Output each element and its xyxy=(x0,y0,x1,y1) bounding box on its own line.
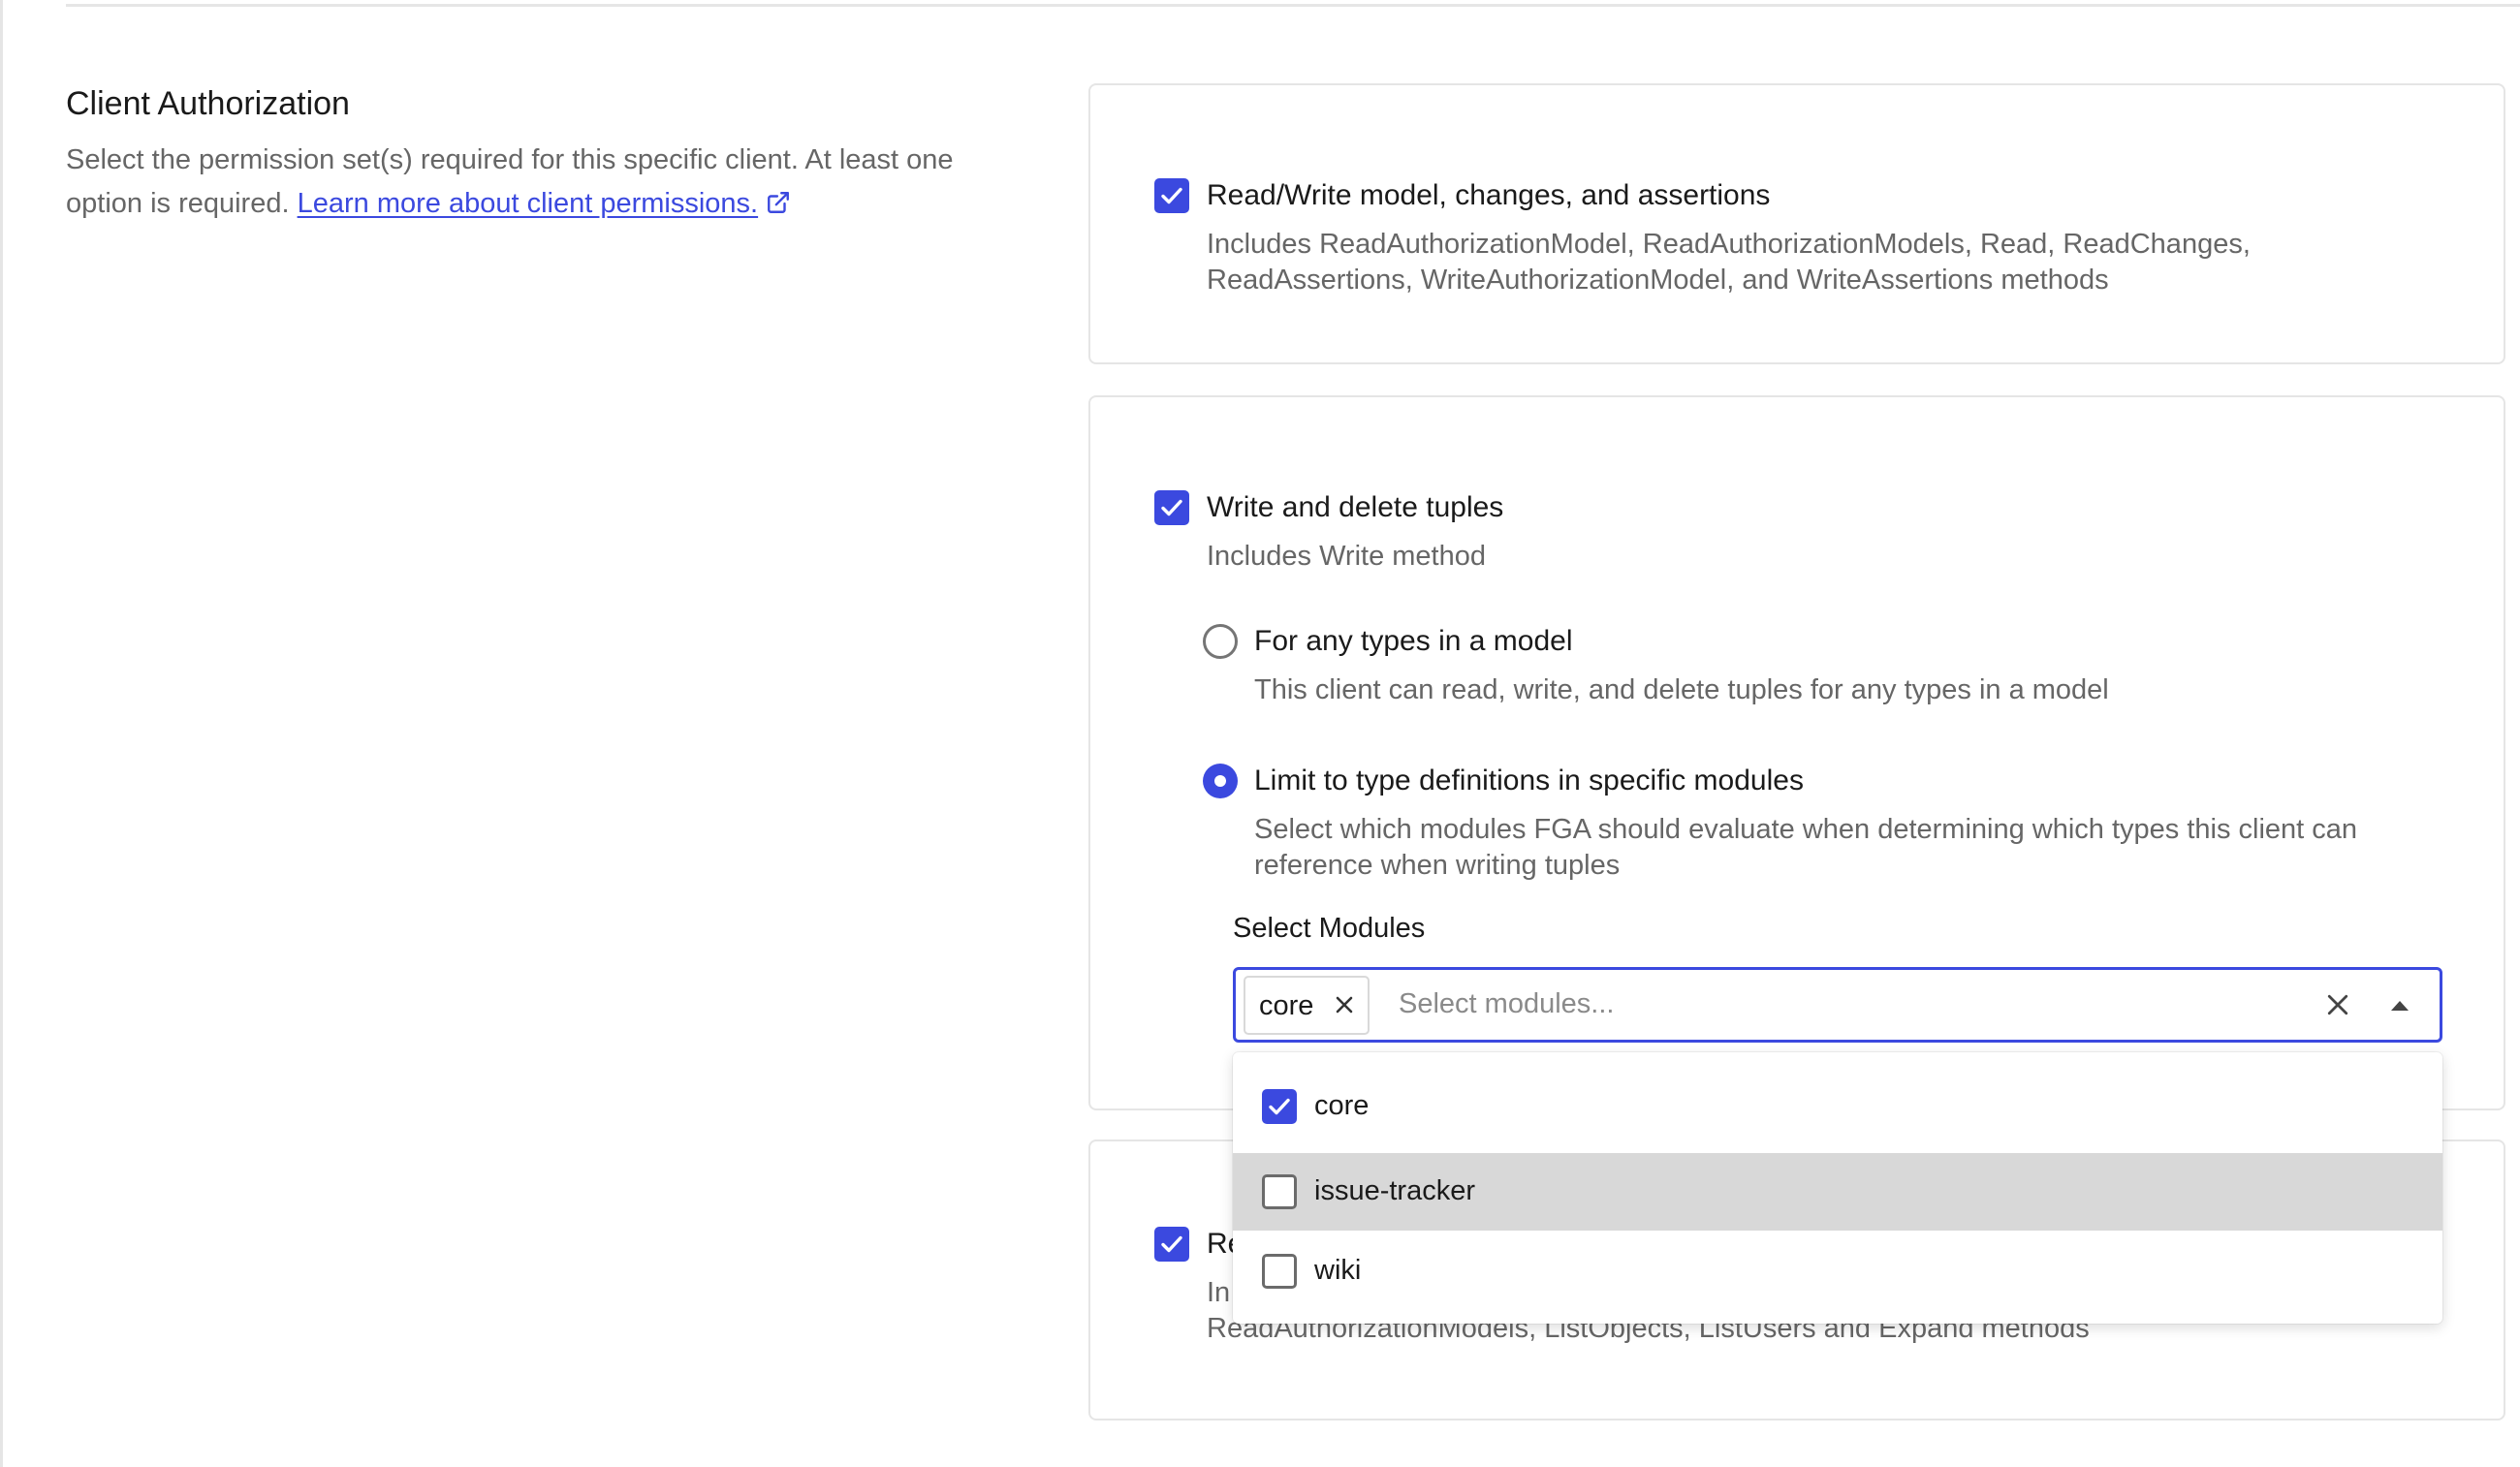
checkmark-icon xyxy=(1161,499,1182,516)
checkmark-icon xyxy=(1161,187,1182,204)
specific-modules-description: Select which modules FGA should evaluate… xyxy=(1254,814,2358,881)
module-option-core-checkbox[interactable] xyxy=(1262,1089,1297,1124)
clear-icon[interactable] xyxy=(2323,990,2352,1024)
write-delete-tuples-label: Write and delete tuples xyxy=(1207,491,1504,523)
permission-card-read-write-model: Read/Write model, changes, and assertion… xyxy=(1088,83,2505,364)
module-option-label: wiki xyxy=(1314,1255,1362,1286)
write-delete-tuples-checkbox[interactable] xyxy=(1154,490,1189,525)
module-chip-label: core xyxy=(1259,990,1314,1021)
section-divider xyxy=(66,4,2520,7)
any-types-label: For any types in a model xyxy=(1254,625,1573,657)
module-option-issue-tracker[interactable]: issue-tracker xyxy=(1233,1153,2442,1231)
caret-up-icon[interactable] xyxy=(2389,999,2410,1017)
learn-more-link[interactable]: Learn more about client permissions. xyxy=(298,188,792,219)
any-types-description: This client can read, write, and delete … xyxy=(1254,674,2109,705)
read-query-checkbox[interactable] xyxy=(1154,1227,1189,1262)
page-left-border xyxy=(0,0,3,1467)
read-write-model-checkbox[interactable] xyxy=(1154,178,1189,213)
module-chip-core: core xyxy=(1244,976,1370,1035)
module-option-core[interactable]: core xyxy=(1233,1068,2442,1145)
module-option-wiki-checkbox[interactable] xyxy=(1262,1254,1297,1289)
learn-more-link-text: Learn more about client permissions. xyxy=(297,188,759,219)
read-write-model-label: Read/Write model, changes, and assertion… xyxy=(1207,179,1771,211)
any-types-radio[interactable] xyxy=(1203,624,1238,659)
section-title: Client Authorization xyxy=(66,85,350,122)
modules-dropdown-menu: core issue-tracker wiki xyxy=(1233,1052,2442,1324)
remove-chip-close-icon[interactable] xyxy=(1333,993,1356,1021)
checkmark-icon xyxy=(1269,1098,1290,1115)
write-delete-tuples-description: Includes Write method xyxy=(1207,541,1486,572)
modules-search-input[interactable]: Select modules... xyxy=(1399,988,1614,1020)
read-query-description-line1: In xyxy=(1207,1277,1231,1308)
read-write-model-description: Includes ReadAuthorizationModel, ReadAut… xyxy=(1207,229,2251,296)
specific-modules-label: Limit to type definitions in specific mo… xyxy=(1254,765,1804,796)
module-option-wiki[interactable]: wiki xyxy=(1233,1233,2442,1310)
section-description: Select the permission set(s) required fo… xyxy=(66,139,1016,229)
module-option-issue-tracker-checkbox[interactable] xyxy=(1262,1174,1297,1209)
checkmark-icon xyxy=(1161,1235,1182,1253)
specific-modules-radio[interactable] xyxy=(1203,764,1238,798)
external-link-icon xyxy=(766,185,791,229)
select-modules-label: Select Modules xyxy=(1233,913,1426,944)
modules-combobox[interactable]: core Select modules... xyxy=(1233,967,2442,1043)
module-option-label: issue-tracker xyxy=(1314,1175,1475,1206)
module-option-label: core xyxy=(1314,1090,1370,1121)
